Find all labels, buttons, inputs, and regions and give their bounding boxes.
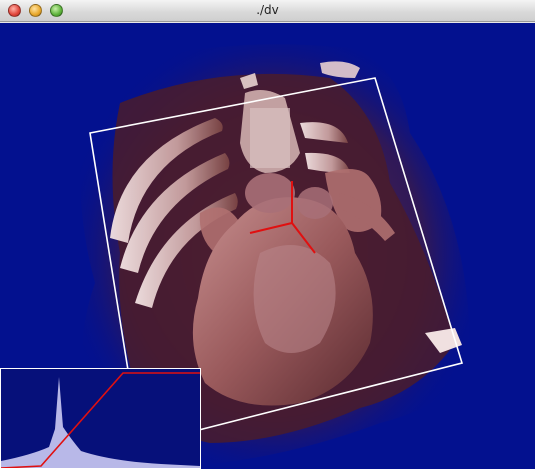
spine xyxy=(250,108,290,168)
title-bar[interactable]: ./dv xyxy=(0,0,535,22)
transfer-function-editor[interactable] xyxy=(0,368,201,469)
app-window: ./dv xyxy=(0,0,535,469)
histogram-plot xyxy=(1,372,200,468)
render-viewport[interactable] xyxy=(0,23,535,469)
window-title: ./dv xyxy=(256,3,279,17)
histogram-area xyxy=(1,377,200,468)
